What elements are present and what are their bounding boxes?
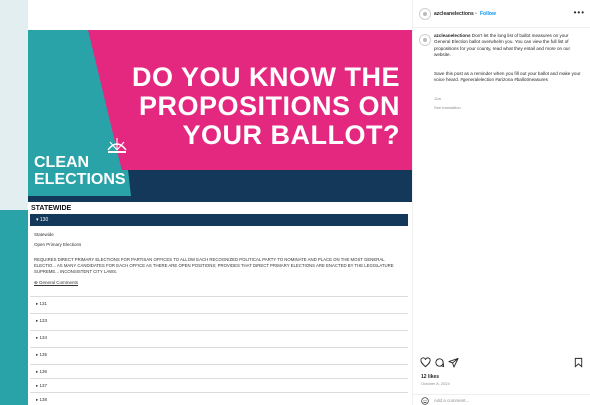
- prop-row[interactable]: ▸ 138: [30, 392, 408, 405]
- prop-row[interactable]: ▸ 137: [30, 378, 408, 391]
- post-date: October 8, 2024: [421, 381, 450, 386]
- header-avatar[interactable]: [419, 8, 431, 20]
- clean-elections-logo: CLEAN ELECTIONS: [34, 154, 126, 188]
- post-caption: azcleanelections Don't let the long list…: [434, 33, 586, 58]
- like-heart-icon[interactable]: [420, 357, 431, 368]
- prop-title: Open Primary Elections: [34, 242, 82, 247]
- prop-row-expanded[interactable]: ▾ 130: [30, 214, 408, 226]
- headline-line-2: PROPOSITIONS ON: [138, 91, 400, 121]
- see-translation-link[interactable]: See translation: [434, 105, 461, 110]
- prop-row[interactable]: ▸ 136: [30, 364, 408, 377]
- general-comments-link[interactable]: ⊕ General Comments: [34, 280, 78, 286]
- headline-line-3: YOUR BALLOT?: [182, 120, 400, 150]
- share-icon[interactable]: [448, 357, 459, 368]
- likes-count[interactable]: 12 likes: [421, 374, 439, 380]
- emoji-icon[interactable]: [421, 397, 429, 405]
- prop-scope: Statewide: [34, 232, 54, 237]
- logo-line-2: ELECTIONS: [34, 171, 126, 188]
- post-caption-2: Save this post as a reminder when you fi…: [434, 71, 586, 84]
- comment-input-area: Add a comment...: [413, 394, 590, 405]
- caption-hashtags[interactable]: #generalelection #arizona #ballotmeasure…: [460, 77, 548, 82]
- propositions-banner: DO YOU KNOW THE PROPOSITIONS ON YOUR BAL…: [28, 30, 412, 196]
- comment-icon[interactable]: [434, 357, 445, 368]
- save-bookmark-icon[interactable]: [573, 357, 584, 368]
- caption-avatar[interactable]: [419, 34, 431, 46]
- prop-description: REQUIRES DIRECT PRIMARY ELECTIONS FOR PA…: [34, 257, 394, 274]
- post-image[interactable]: DO YOU KNOW THE PROPOSITIONS ON YOUR BAL…: [0, 0, 412, 405]
- follow-button[interactable]: Follow: [480, 11, 496, 17]
- caption-username[interactable]: azcleanelections: [434, 33, 471, 38]
- list-heading: STATEWIDE: [31, 205, 72, 212]
- header-separator: •: [475, 11, 477, 17]
- propositions-list: STATEWIDE ▾ 130 Statewide Open Primary E…: [28, 202, 412, 405]
- logo-sunburst-icon: [107, 138, 127, 153]
- prop-row[interactable]: ▸ 133: [30, 313, 408, 326]
- left-teal-strip: [0, 210, 28, 405]
- logo-line-1: CLEAN: [34, 154, 90, 171]
- comment-input[interactable]: Add a comment...: [434, 398, 469, 403]
- banner-headline: DO YOU KNOW THE PROPOSITIONS ON YOUR BAL…: [100, 63, 400, 150]
- post-header: azcleanelections • Follow •••: [413, 0, 590, 28]
- header-username[interactable]: azcleanelections: [434, 11, 474, 17]
- instagram-side-panel: azcleanelections • Follow ••• azcleanele…: [412, 0, 590, 405]
- prop-row[interactable]: ▸ 131: [30, 296, 408, 309]
- post-actions: [413, 357, 590, 371]
- more-options-icon[interactable]: •••: [574, 8, 585, 17]
- prop-row[interactable]: ▸ 135: [30, 347, 408, 360]
- caption-time: 11w: [434, 96, 442, 101]
- prop-row[interactable]: ▸ 134: [30, 330, 408, 343]
- headline-line-1: DO YOU KNOW THE: [131, 62, 400, 92]
